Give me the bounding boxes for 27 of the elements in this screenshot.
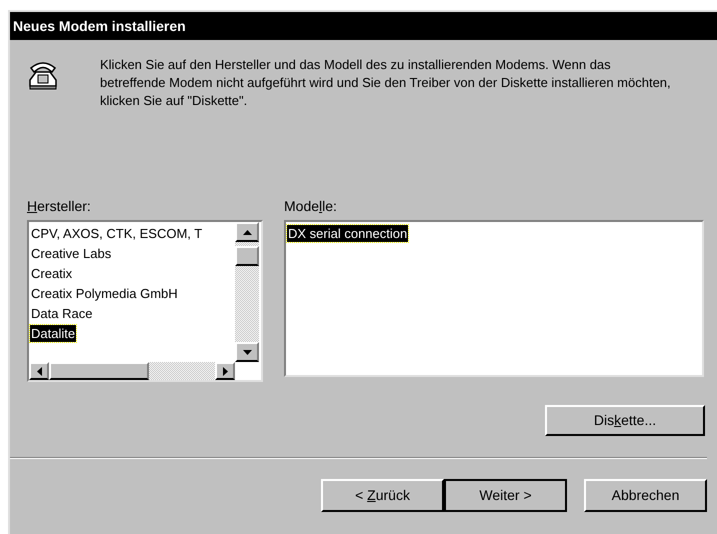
scroll-down-button[interactable] [235, 342, 259, 362]
list-item[interactable]: DX serial connection [287, 224, 408, 242]
manufacturer-label: Hersteller: [27, 198, 92, 216]
dialog-button[interactable]: Weiter > [444, 479, 567, 512]
disk-button[interactable]: Diskette... [545, 405, 705, 436]
instruction-text: Klicken Sie auf den Hersteller und das Modell des zu installierenden Modems. Wenn das betreffende Modem nicht aufgeführt wird und Sie den Treiber von der Diskette installieren möchten, klicken Sie auf "Diskette". [100, 56, 672, 110]
model-label: Modelle: [284, 198, 338, 216]
list-item[interactable]: Creatix [30, 264, 74, 282]
scroll-up-button[interactable] [235, 222, 259, 242]
dialog-button[interactable]: Abbrechen [584, 479, 707, 512]
up-arrow-icon [242, 230, 252, 234]
window-title: Neues Modem installieren [13, 16, 186, 36]
manufacturer-list[interactable]: CPV, AXOS, CTK, ESCOM, T Creative Labs Creatix Creatix Polymedia GmbH Data Race Datalite [27, 220, 263, 382]
scroll-thumb[interactable] [49, 362, 149, 380]
list-item[interactable]: CPV, AXOS, CTK, ESCOM, T [30, 224, 204, 242]
right-arrow-icon [222, 366, 228, 376]
down-arrow-icon [242, 350, 252, 354]
list-item[interactable]: Data Race [30, 304, 94, 322]
scroll-left-button[interactable] [29, 362, 49, 380]
model-list[interactable]: DX serial connection [284, 220, 704, 377]
dialog-button[interactable]: < Zurück [321, 479, 444, 512]
left-arrow-icon [36, 366, 42, 376]
list-item[interactable]: Creatix Polymedia GmbH [30, 284, 179, 302]
list-item[interactable]: Creative Labs [30, 244, 112, 262]
scroll-thumb[interactable] [235, 246, 259, 266]
scroll-right-button[interactable] [215, 362, 235, 380]
list-item[interactable]: Datalite [30, 324, 76, 342]
